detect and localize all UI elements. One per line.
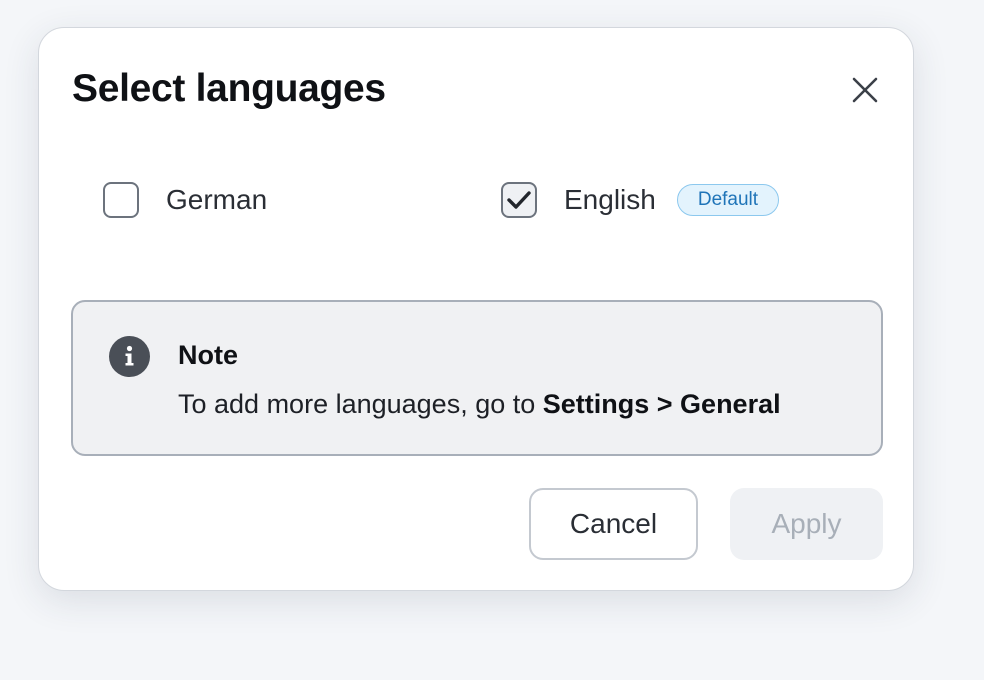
language-option-english[interactable]: English Default <box>501 180 780 220</box>
note-text: To add more languages, go to Settings > … <box>178 389 781 420</box>
select-languages-dialog: Select languages German English Default … <box>38 27 914 591</box>
info-icon <box>109 336 150 377</box>
settings-path: Settings > General <box>542 389 781 419</box>
english-checkbox[interactable] <box>501 182 537 218</box>
apply-button[interactable]: Apply <box>730 488 883 560</box>
checkmark-icon <box>507 191 531 209</box>
german-label: German <box>166 184 268 215</box>
default-badge: Default <box>676 184 780 216</box>
english-label: English <box>564 184 656 215</box>
dialog-title: Select languages <box>72 67 386 110</box>
language-option-german[interactable]: German <box>103 180 267 220</box>
cancel-button[interactable]: Cancel <box>529 488 698 560</box>
note-text-prefix: To add more languages, go to <box>178 389 543 419</box>
note-title: Note <box>178 340 238 370</box>
german-checkbox[interactable] <box>103 182 139 218</box>
close-icon <box>852 77 878 103</box>
close-button[interactable] <box>847 72 883 108</box>
note-panel: Note To add more languages, go to Settin… <box>71 300 883 456</box>
